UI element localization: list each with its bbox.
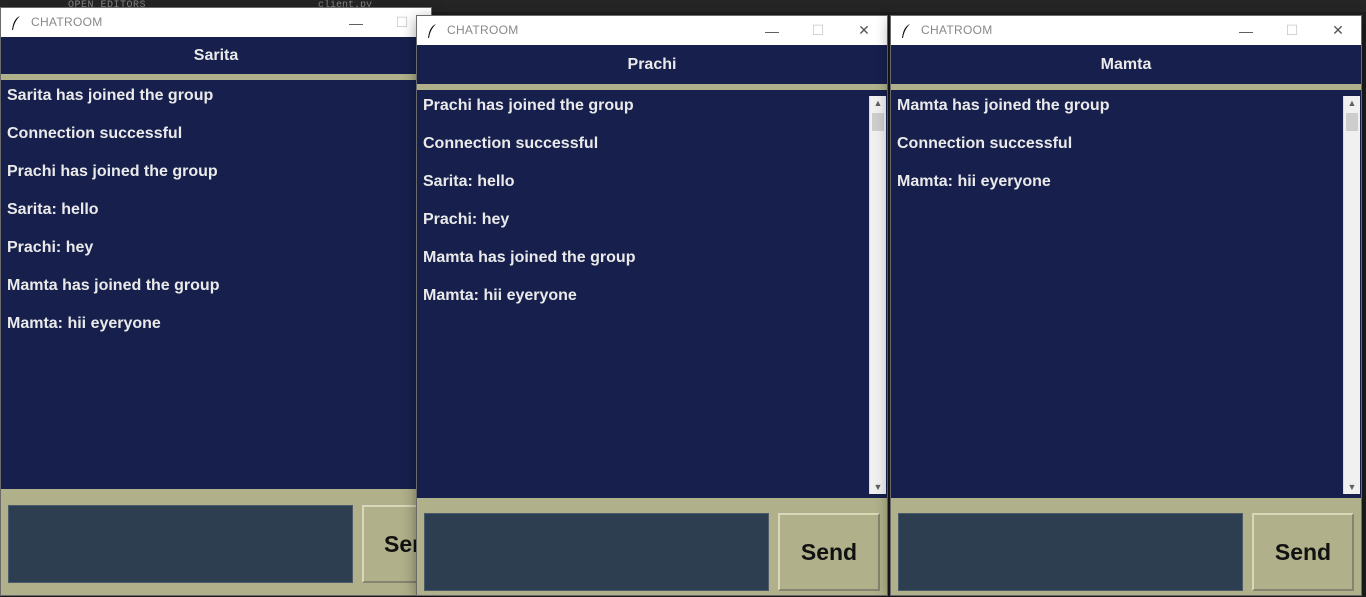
- message-scrollbar[interactable]: ▲ ▼: [1343, 96, 1360, 494]
- chat-message: Connection successful: [423, 135, 599, 152]
- maximize-button[interactable]: ☐: [795, 16, 841, 45]
- chat-message: Mamta: hii eyeryone: [897, 173, 1051, 190]
- message-input[interactable]: [898, 513, 1243, 591]
- chat-message: Mamta has joined the group: [7, 277, 220, 294]
- chat-message: Sarita: hello: [423, 173, 515, 190]
- minimize-button[interactable]: —: [1223, 16, 1269, 45]
- chat-message: Prachi has joined the group: [7, 163, 218, 180]
- window-titlebar[interactable]: CHATROOM — ☐ ✕: [891, 16, 1361, 45]
- scroll-down-arrow[interactable]: ▼: [1344, 480, 1360, 494]
- window-app-title: CHATROOM: [31, 15, 103, 29]
- chat-message: Sarita: hello: [7, 201, 99, 218]
- window-titlebar[interactable]: CHATROOM — ☐: [1, 8, 431, 37]
- chat-message: Mamta: hii eyeryone: [7, 315, 161, 332]
- chat-window-sarita[interactable]: CHATROOM — ☐ Sarita Sarita has joined th…: [1, 8, 442, 595]
- scroll-up-arrow[interactable]: ▲: [870, 96, 886, 110]
- chat-message: Prachi: hey: [7, 239, 94, 256]
- send-button-label: Send: [800, 538, 858, 565]
- chat-message: Prachi has joined the group: [423, 97, 634, 114]
- send-button[interactable]: Send: [1252, 513, 1354, 591]
- close-button[interactable]: ✕: [841, 16, 887, 45]
- minimize-button[interactable]: —: [749, 16, 795, 45]
- chat-message: Mamta: hii eyeryone: [423, 287, 577, 304]
- chat-message: Mamta has joined the group: [423, 249, 636, 266]
- window-app-title: CHATROOM: [921, 23, 993, 37]
- chat-message: Connection successful: [7, 125, 183, 142]
- chat-message: Mamta has joined the group: [897, 97, 1110, 114]
- chat-window-mamta[interactable]: CHATROOM — ☐ ✕ Mamta Mamta has joined th…: [891, 16, 1361, 595]
- chat-header-username: Mamta: [891, 45, 1361, 84]
- message-input[interactable]: [8, 505, 353, 583]
- message-list[interactable]: Sarita has joined the group Connection s…: [1, 80, 431, 489]
- send-button-label: Send: [1274, 538, 1332, 565]
- chat-message: Prachi: hey: [423, 211, 510, 228]
- message-input[interactable]: [424, 513, 769, 591]
- minimize-button[interactable]: —: [333, 8, 379, 37]
- window-titlebar[interactable]: CHATROOM — ☐ ✕: [417, 16, 887, 45]
- scroll-thumb[interactable]: [1346, 113, 1358, 131]
- scroll-down-arrow[interactable]: ▼: [870, 480, 886, 494]
- chat-header-username: Prachi: [417, 45, 887, 84]
- chat-message: Sarita has joined the group: [7, 87, 214, 104]
- window-app-title: CHATROOM: [447, 23, 519, 37]
- message-list[interactable]: Mamta has joined the group Connection su…: [891, 90, 1361, 498]
- chat-window-prachi[interactable]: CHATROOM — ☐ ✕ Prachi Prachi has joined …: [417, 16, 887, 595]
- chat-header-username: Sarita: [1, 37, 431, 74]
- message-list[interactable]: Prachi has joined the group Connection s…: [417, 90, 887, 498]
- maximize-button[interactable]: ☐: [1269, 16, 1315, 45]
- close-button[interactable]: ✕: [1315, 16, 1361, 45]
- chat-message: Connection successful: [897, 135, 1073, 152]
- message-scrollbar[interactable]: ▲ ▼: [869, 96, 886, 494]
- scroll-thumb[interactable]: [872, 113, 884, 131]
- feather-icon: [12, 16, 20, 30]
- feather-icon: [428, 24, 436, 38]
- scroll-up-arrow[interactable]: ▲: [1344, 96, 1360, 110]
- send-button[interactable]: Send: [778, 513, 880, 591]
- feather-icon: [902, 24, 910, 38]
